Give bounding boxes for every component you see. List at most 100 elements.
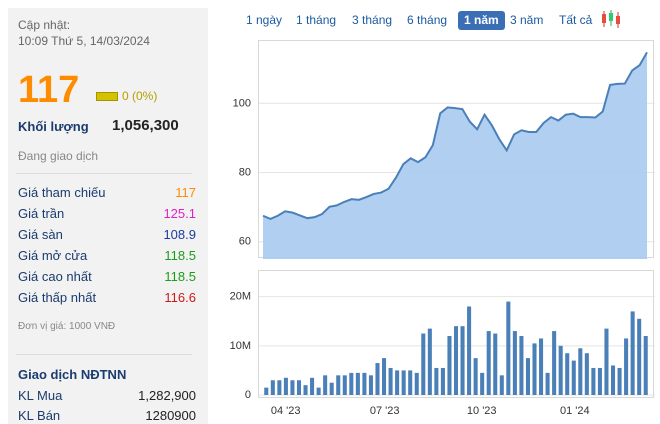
price-row: Giá sàn 108.9 xyxy=(18,227,196,247)
price-change: 0 (0%) xyxy=(122,89,158,103)
candlestick-icon[interactable] xyxy=(600,9,622,29)
y-tick-label: 80 xyxy=(239,166,251,178)
volume-bar xyxy=(624,338,629,395)
tab-3-years[interactable]: 3 năm xyxy=(510,11,543,30)
volume-bar xyxy=(486,331,491,395)
volume-bar xyxy=(453,326,459,395)
y-tick-label: 100 xyxy=(233,97,251,109)
price-row-label: Giá mở cửa xyxy=(18,248,88,263)
volume-bar xyxy=(643,336,648,395)
volume-bar xyxy=(336,375,341,395)
price-row-value: 125.1 xyxy=(163,206,196,221)
x-tick-label: 01 '24 xyxy=(560,405,590,417)
volume-bar xyxy=(630,311,635,395)
volume-chart xyxy=(258,270,655,398)
foreign-row-value: 1280900 xyxy=(145,408,196,423)
volume-bar xyxy=(565,353,570,395)
price-area xyxy=(263,52,647,259)
volume-bar xyxy=(329,382,334,395)
volume-bar xyxy=(401,370,406,395)
volume-bar xyxy=(473,358,478,395)
divider xyxy=(16,354,192,355)
foreign-row: KL Bán 1280900 xyxy=(18,408,196,424)
price-row: Giá tham chiếu 117 xyxy=(18,185,196,205)
quote-panel: Cập nhật: 10:09 Thứ 5, 14/03/2024 117 0 … xyxy=(8,8,208,424)
price-row-value: 117 xyxy=(175,185,196,200)
volume-bar xyxy=(388,367,393,395)
foreign-row-value: 1,282,900 xyxy=(138,388,196,403)
tab-1-year[interactable]: 1 năm xyxy=(458,11,505,30)
volume-bar xyxy=(467,306,472,395)
volume-bar xyxy=(296,380,302,395)
volume-bar xyxy=(637,318,642,395)
price-row-value: 118.5 xyxy=(164,248,196,263)
price-row: Giá cao nhất 118.5 xyxy=(18,269,196,289)
y-tick-label: 60 xyxy=(239,236,251,248)
volume-bar xyxy=(519,336,524,395)
volume-label: Khối lượng xyxy=(18,119,89,134)
trading-status: Đang giao dịch xyxy=(18,149,99,163)
volume-bar xyxy=(414,372,419,395)
tab-6-months[interactable]: 6 tháng xyxy=(407,11,447,30)
tab-1-day[interactable]: 1 ngày xyxy=(246,11,282,30)
foreign-row-label: KL Bán xyxy=(18,408,61,423)
x-tick-label: 07 '23 xyxy=(370,405,400,417)
volume-bar xyxy=(395,370,400,395)
volume-bar xyxy=(382,358,387,395)
x-tick-label: 10 '23 xyxy=(467,405,497,417)
volume-bar xyxy=(539,338,544,395)
volume-bar xyxy=(545,372,550,395)
volume-bar xyxy=(290,380,295,395)
price-chart xyxy=(258,40,655,259)
volume-bar xyxy=(421,333,426,395)
divider xyxy=(16,173,192,174)
volume-bar xyxy=(310,377,315,395)
price-row-label: Giá cao nhất xyxy=(18,269,92,284)
y-tick-label: 0 xyxy=(245,389,251,401)
volume-chart-svg xyxy=(259,296,655,396)
price-row: Giá thấp nhất 116.6 xyxy=(18,290,196,310)
volume-bar xyxy=(368,375,373,395)
volume-bar xyxy=(525,358,530,395)
y-tick-label: 20M xyxy=(230,291,251,303)
volume-bar xyxy=(597,367,602,395)
x-tick-label: 04 '23 xyxy=(271,405,301,417)
reference-icon xyxy=(96,92,118,101)
volume-bar xyxy=(532,343,537,395)
volume-bar xyxy=(427,328,432,395)
volume-bar xyxy=(434,367,439,395)
current-price: 117 xyxy=(18,69,80,111)
volume-bar xyxy=(447,336,452,395)
volume-bar xyxy=(493,333,498,395)
volume-bar xyxy=(323,375,328,395)
volume-bar xyxy=(349,372,354,395)
tab-1-month[interactable]: 1 tháng xyxy=(296,11,336,30)
volume-bar xyxy=(342,375,347,395)
volume-bar xyxy=(355,372,360,395)
volume-bar xyxy=(264,387,269,395)
volume-bar xyxy=(440,367,445,395)
tab-3-months[interactable]: 3 tháng xyxy=(352,11,392,30)
price-row: Giá trần 125.1 xyxy=(18,206,196,226)
volume-bar xyxy=(316,387,321,395)
volume-value: 1,056,300 xyxy=(112,117,179,134)
tab-all[interactable]: Tất cả xyxy=(559,11,592,30)
volume-bar xyxy=(277,380,282,395)
price-row-label: Giá sàn xyxy=(18,227,63,242)
foreign-row-label: KL Mua xyxy=(18,388,63,403)
price-row-value: 118.5 xyxy=(164,269,196,284)
volume-bar xyxy=(362,372,367,395)
volume-bar xyxy=(283,377,288,395)
price-row-label: Giá trần xyxy=(18,206,65,221)
price-row-label: Giá tham chiếu xyxy=(18,185,106,200)
price-row-value: 116.6 xyxy=(164,290,196,305)
y-tick-label: 10M xyxy=(230,340,251,352)
price-row: Giá mở cửa 118.5 xyxy=(18,248,196,268)
volume-bar xyxy=(552,331,557,395)
volume-bar xyxy=(558,345,563,395)
volume-bar xyxy=(617,367,622,395)
volume-bar xyxy=(499,375,504,395)
volume-bar xyxy=(610,365,616,395)
volume-bar xyxy=(270,380,275,395)
price-row-label: Giá thấp nhất xyxy=(18,290,97,305)
